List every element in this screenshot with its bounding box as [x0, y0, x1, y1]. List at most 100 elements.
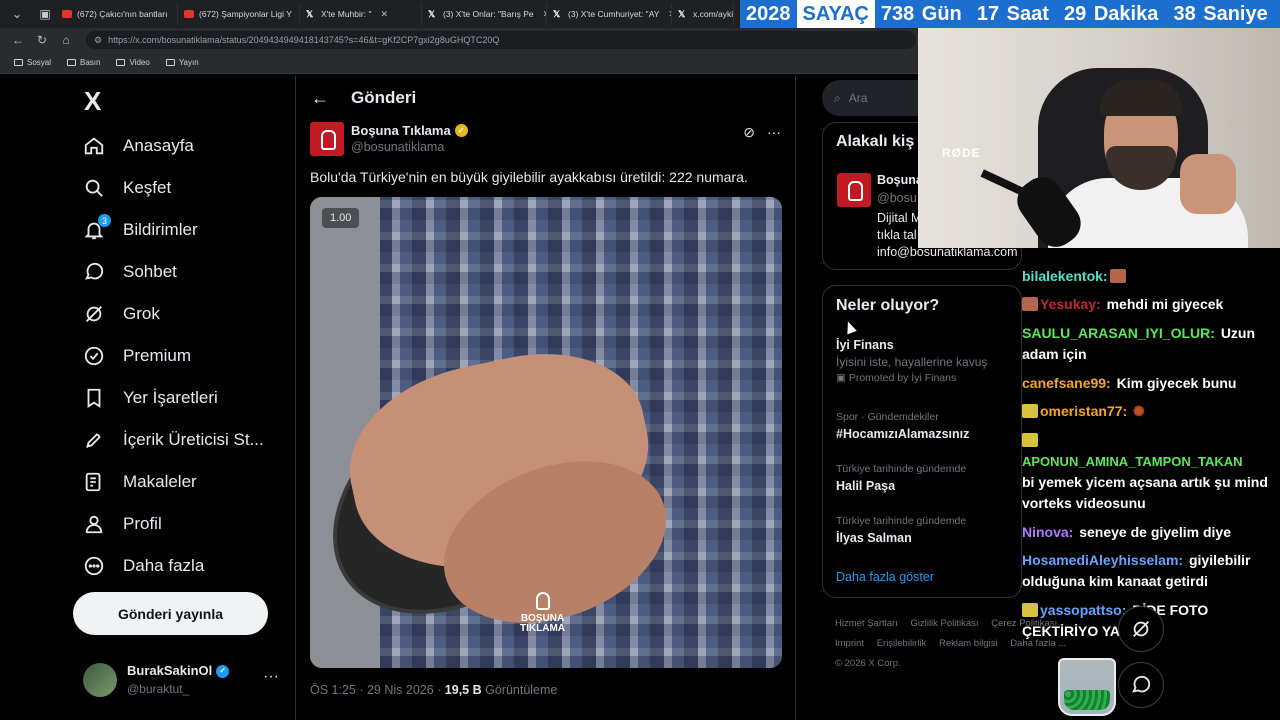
bookmark-label: Video	[129, 58, 150, 67]
footer-link[interactable]: Reklam bilgisi	[939, 638, 998, 649]
playback-speed[interactable]: 1.00	[322, 208, 360, 228]
nav-more[interactable]: Daha fazla	[82, 551, 204, 581]
home-icon[interactable]: ⌂	[54, 33, 78, 47]
nav-profile[interactable]: Profil	[82, 509, 162, 539]
tab-group-icon[interactable]: ▣	[34, 3, 56, 25]
nav-label: Profil	[123, 514, 162, 533]
more-icon	[82, 554, 106, 578]
chat-message: SAULU_ARASAN_IYI_OLUR: Uzun adam için	[1022, 323, 1280, 365]
rocket-icon	[82, 428, 106, 452]
chat-username: omeristan77:	[1040, 403, 1128, 419]
notification-badge: 3	[98, 214, 111, 227]
nav-label: Premium	[123, 346, 192, 365]
back-arrow-icon[interactable]: ←	[6, 33, 30, 47]
emote-icon	[1022, 603, 1038, 617]
show-more-link[interactable]: Daha fazla göster	[836, 570, 934, 584]
account-handle: @buraktut_	[127, 682, 190, 696]
footer-link[interactable]: Gizlilik Politikası	[910, 618, 978, 629]
nav-label: Keşfet	[123, 178, 172, 197]
browser-tab[interactable]: (672) Şampiyonlar Ligi Y ✕	[178, 3, 300, 25]
bookmark-label: Sosyal	[27, 58, 52, 67]
url-text: https://x.com/bosunatiklama/status/20494…	[108, 35, 500, 45]
grok-float-button[interactable]	[1118, 606, 1164, 652]
tab-label: x.com/aykiri	[693, 9, 734, 19]
nav-explore[interactable]: Keşfet	[82, 173, 171, 203]
bookmark-folder[interactable]: Video	[116, 58, 150, 67]
search-icon: ⌕	[834, 90, 841, 105]
post-button[interactable]: Gönderi yayınla	[73, 592, 268, 635]
chat-message: Yesukay: mehdi mi giyecek	[1022, 294, 1280, 315]
x-icon: 𝕏	[306, 9, 314, 19]
author-handle[interactable]: @bosunatiklama	[351, 139, 468, 156]
nav-label: İçerik Üreticisi St...	[123, 430, 264, 449]
tweet-author[interactable]: Boşuna Tıklama ✓ @bosunatiklama	[310, 122, 468, 156]
tab-label: (672) Şampiyonlar Ligi Y	[199, 9, 292, 19]
countdown-banner: 2028 SAYAÇ 738 Gün 17 Saat 29 Dakika 38 …	[740, 0, 1280, 28]
trend-item-promoted[interactable]: İyi Finans İyisini iste, hayallerine kav…	[836, 338, 987, 384]
bookmarks-bar: Sosyal Basın Video Yayın	[0, 52, 918, 74]
browser-tab[interactable]: 𝕏 X'te Muhbir: " ✕	[300, 3, 422, 25]
trend-item[interactable]: Spor · Gündemdekiler #HocamızıAlamazsını…	[836, 411, 969, 441]
nav-notifications[interactable]: 3 Bildirimler	[82, 214, 198, 245]
reload-icon[interactable]: ↻	[30, 33, 54, 47]
chat-icon	[1132, 675, 1151, 693]
tweet-video[interactable]: 1.00 BOŞUNA TIKLAMA	[310, 197, 782, 668]
tweet-text: Bolu'da Türkiye'nin en büyük giyilebilir…	[310, 169, 748, 185]
nav-creator-studio[interactable]: İçerik Üreticisi St...	[82, 425, 264, 455]
related-avatar[interactable]	[837, 173, 871, 207]
bookmark-folder[interactable]: Yayın	[165, 58, 199, 67]
nav-grok[interactable]: Grok	[82, 299, 160, 329]
search-input[interactable]: ⌕ Ara	[822, 80, 918, 116]
chat-username: Yesukay:	[1040, 296, 1101, 312]
chat-username: APONUN_AMINA_TAMPON_TAKAN	[1022, 454, 1243, 469]
mic-brand: RØDE	[942, 146, 981, 160]
footer-link[interactable]: Imprint	[835, 638, 864, 649]
nav-premium[interactable]: Premium	[82, 341, 191, 371]
nav-chat[interactable]: Sohbet	[82, 257, 177, 287]
chat-username: HosamediAleyhisselam:	[1022, 552, 1184, 568]
back-arrow-icon[interactable]: ←	[311, 88, 329, 109]
tweet-time[interactable]: ÖS 1:25 · 29 Nis 2026 ·	[310, 683, 445, 697]
nav-home[interactable]: Anasayfa	[82, 131, 194, 161]
grok-icon	[1133, 621, 1149, 637]
author-avatar[interactable]	[310, 122, 344, 156]
x-logo[interactable]: X	[84, 86, 101, 117]
trend-item[interactable]: Türkiye tarihinde gündemde İlyas Salman	[836, 515, 966, 545]
avatar	[83, 663, 117, 697]
trend-context: Spor · Gündemdekiler	[836, 411, 939, 423]
nav-articles[interactable]: Makaleler	[82, 467, 197, 497]
nav-label: Makaleler	[123, 472, 197, 491]
grok-icon	[82, 302, 106, 326]
grok-icon[interactable]: ⊘	[743, 124, 755, 141]
chat-message: bilalekentok:	[1022, 266, 1280, 287]
browser-tab[interactable]: (672) Çakıcı'nın bantları ✕	[56, 3, 178, 25]
chat-message: canefsane99: Kim giyecek bunu	[1022, 373, 1280, 394]
account-switcher[interactable]: BurakSakinOl ✓ @buraktut_ ···	[83, 660, 283, 700]
footer-link[interactable]: Hizmet Şartları	[835, 618, 898, 629]
related-name[interactable]: Boşuna	[877, 173, 923, 187]
x-icon: 𝕏	[428, 9, 436, 19]
trend-context: Türkiye tarihinde gündemde	[836, 515, 967, 527]
close-icon[interactable]: ✕	[380, 9, 388, 20]
trend-item[interactable]: Türkiye tarihinde gündemde Halil Paşa	[836, 463, 966, 493]
site-info-icon[interactable]: ⚙	[94, 35, 102, 46]
browser-tab[interactable]: 𝕏 (3) X'te Onlar: "Barış Pe ✕	[422, 3, 547, 25]
ellipsis-icon[interactable]: ···	[263, 668, 279, 686]
browser-tab[interactable]: 𝕏 (3) X'te Cumhuriyet: "AY ✕	[547, 3, 672, 25]
post-header: ← Gönderi	[297, 76, 796, 120]
author-display-name[interactable]: Boşuna Tıklama	[351, 122, 451, 139]
trend-name: İyi Finans	[836, 338, 894, 352]
address-bar[interactable]: ⚙ https://x.com/bosunatiklama/status/204…	[86, 31, 916, 49]
trend-name: #HocamızıAlamazsınız	[836, 427, 970, 441]
tab-list-chevron-icon[interactable]: ⌄	[6, 3, 28, 25]
messages-float-button[interactable]	[1118, 662, 1164, 708]
browser-tab-active[interactable]: 𝕏 x.com/aykiri	[672, 3, 734, 25]
ellipsis-icon[interactable]: ···	[767, 124, 781, 141]
bookmark-folder[interactable]: Sosyal	[14, 58, 51, 67]
related-handle[interactable]: @bosu	[877, 191, 917, 205]
verified-gold-icon: ✓	[454, 124, 468, 137]
footer-link[interactable]: Erişilebilirlik	[877, 638, 927, 649]
profile-icon	[82, 512, 106, 536]
bookmark-folder[interactable]: Basın	[67, 58, 100, 67]
nav-bookmarks[interactable]: Yer İşaretleri	[82, 383, 218, 413]
